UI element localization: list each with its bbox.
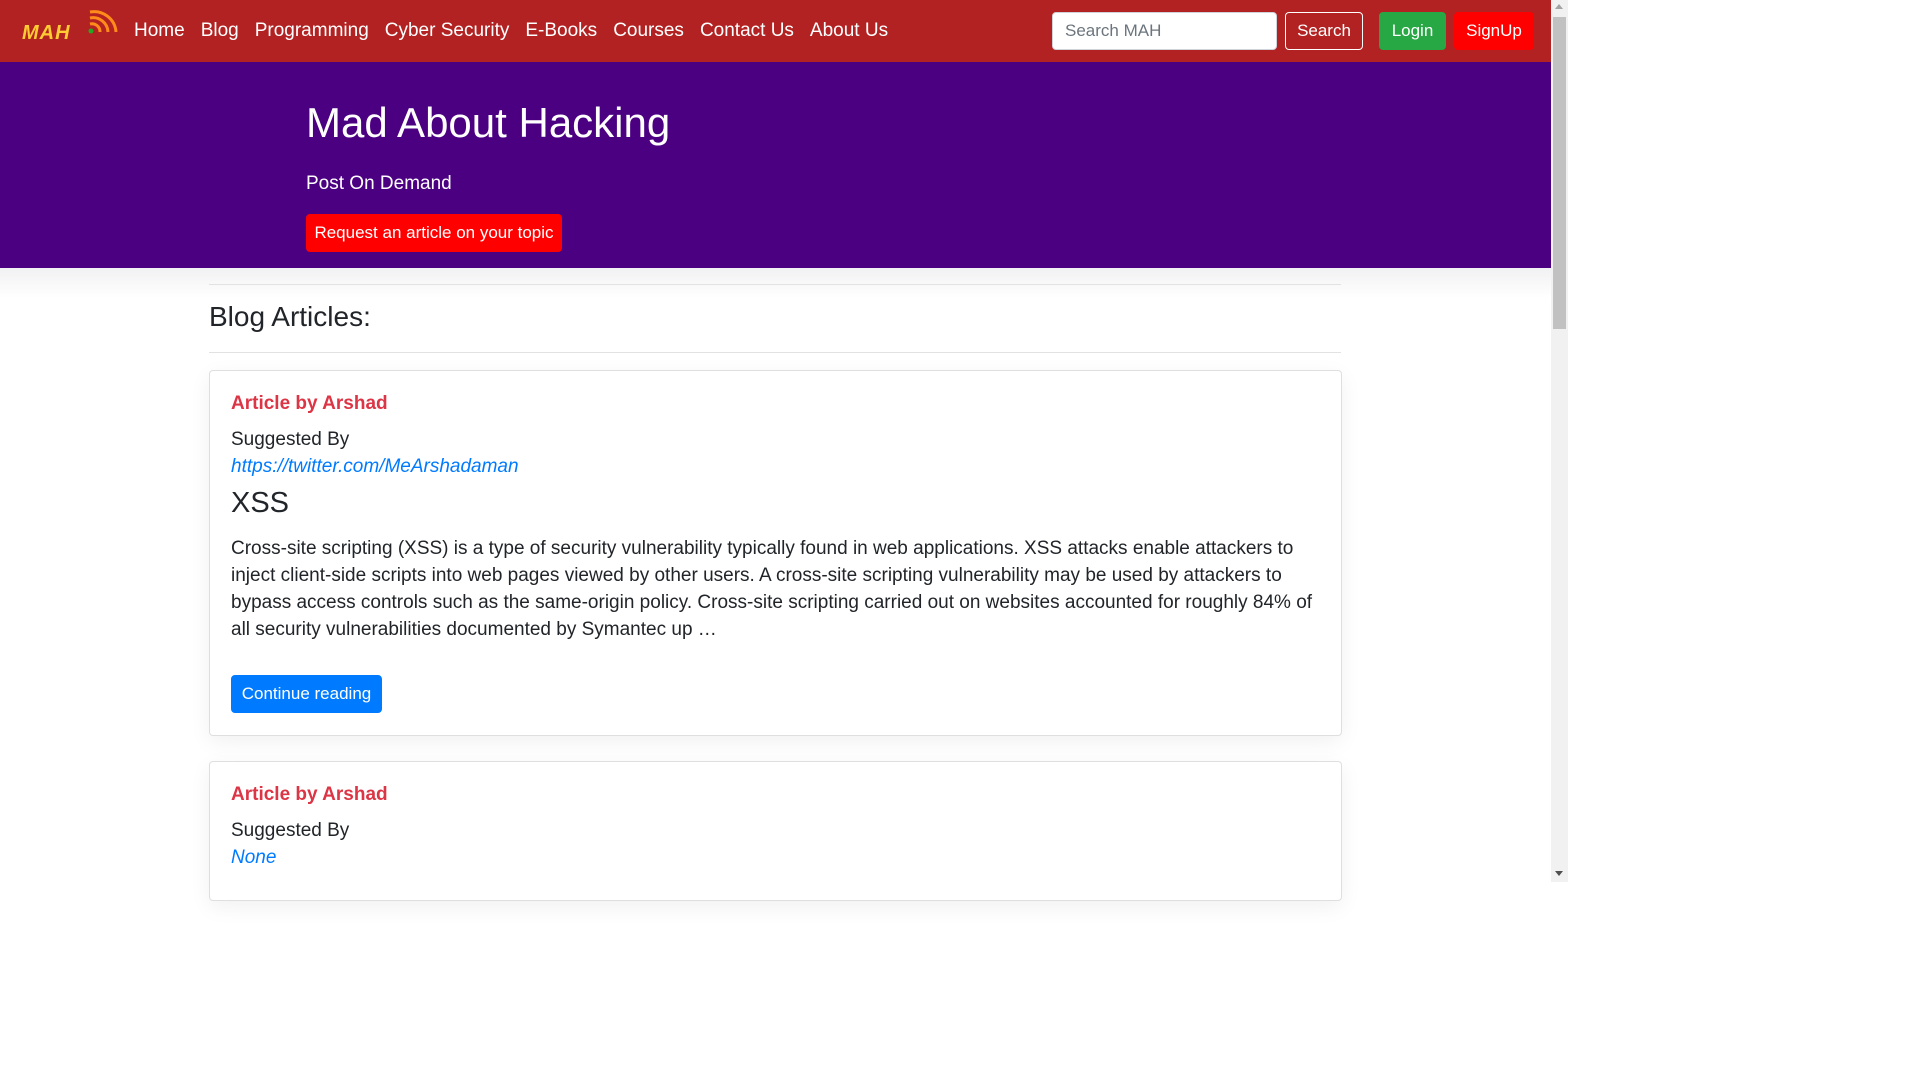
article-card: Article by Arshad Suggested By https://t…	[209, 370, 1342, 736]
nav-link-cyber-security[interactable]: Cyber Security	[377, 20, 518, 42]
nav-link-home[interactable]: Home	[126, 20, 193, 42]
hero-subtitle: Post On Demand	[306, 173, 452, 194]
article-author: Article by Arshad	[231, 784, 388, 805]
search-button[interactable]: Search	[1285, 12, 1363, 50]
divider-top	[209, 284, 1341, 285]
brand-logo[interactable]: MAH	[22, 8, 122, 48]
scroll-up-arrow-icon[interactable]	[1555, 4, 1563, 9]
nav-link-programming[interactable]: Programming	[247, 20, 377, 42]
login-button[interactable]: Login	[1379, 12, 1446, 50]
nav-link-ebooks[interactable]: E-Books	[517, 20, 605, 42]
article-author: Article by Arshad	[231, 393, 388, 414]
brand-text: MAH	[22, 22, 71, 44]
continue-reading-button[interactable]: Continue reading	[231, 675, 382, 713]
suggested-by-label: Suggested By	[231, 429, 350, 450]
hero-shadow	[0, 268, 1551, 298]
section-title: Blog Articles:	[209, 301, 371, 332]
scroll-down-arrow-icon[interactable]	[1555, 871, 1563, 876]
divider-bottom	[209, 352, 1341, 353]
nav-links: Home Blog Programming Cyber Security E-B…	[126, 0, 896, 62]
article-title: XSS	[231, 487, 290, 519]
nav-link-courses[interactable]: Courses	[605, 20, 692, 42]
request-article-button[interactable]: Request an article on your topic	[306, 214, 562, 252]
top-navbar: MAH Home Blog Programming Cyber Security…	[0, 0, 1551, 62]
hero-title: Mad About Hacking	[306, 99, 671, 146]
suggested-by-link[interactable]: None	[231, 847, 276, 869]
wifi-signal-icon	[88, 10, 118, 34]
suggested-by-link[interactable]: https://twitter.com/MeArshadaman	[231, 456, 519, 478]
search-input[interactable]	[1052, 12, 1277, 50]
vertical-scrollbar[interactable]	[1551, 0, 1568, 882]
hero-banner: Mad About Hacking Post On Demand Request…	[0, 62, 1551, 268]
suggested-by-label: Suggested By	[231, 820, 350, 841]
nav-link-contact-us[interactable]: Contact Us	[692, 20, 802, 42]
nav-link-blog[interactable]: Blog	[193, 20, 247, 42]
article-card: Article by Arshad Suggested By None	[209, 761, 1342, 901]
scrollbar-thumb[interactable]	[1553, 17, 1566, 329]
signup-button[interactable]: SignUp	[1454, 12, 1534, 50]
nav-link-about-us[interactable]: About Us	[802, 20, 896, 42]
article-excerpt: Cross-site scripting (XSS) is a type of …	[231, 538, 1313, 640]
